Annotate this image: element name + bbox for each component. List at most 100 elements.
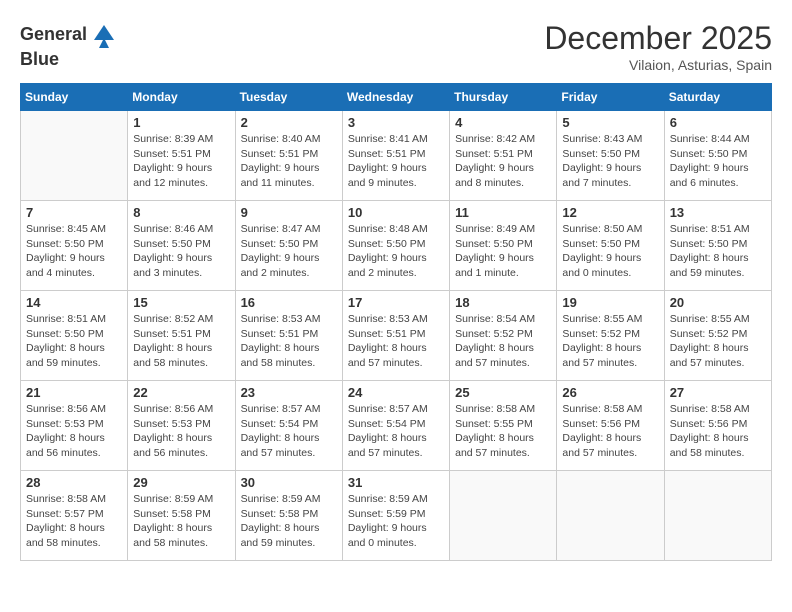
logo-icon — [89, 20, 119, 50]
weekday-tuesday: Tuesday — [235, 84, 342, 111]
day-info: Sunrise: 8:44 AMSunset: 5:50 PMDaylight:… — [670, 132, 766, 191]
day-info: Sunrise: 8:39 AMSunset: 5:51 PMDaylight:… — [133, 132, 229, 191]
calendar-cell: 9Sunrise: 8:47 AMSunset: 5:50 PMDaylight… — [235, 201, 342, 291]
day-number: 6 — [670, 115, 766, 130]
day-number: 17 — [348, 295, 444, 310]
calendar-cell — [450, 471, 557, 561]
day-info: Sunrise: 8:53 AMSunset: 5:51 PMDaylight:… — [348, 312, 444, 371]
day-number: 13 — [670, 205, 766, 220]
weekday-header-row: SundayMondayTuesdayWednesdayThursdayFrid… — [21, 84, 772, 111]
calendar-cell: 12 Sunrise: 8:50 AMSunset: 5:50 PMDayligh… — [557, 201, 664, 291]
calendar-cell — [21, 111, 128, 201]
month-title: December 2025 — [544, 20, 772, 57]
calendar-cell: 7Sunrise: 8:45 AMSunset: 5:50 PMDaylight… — [21, 201, 128, 291]
day-info: Sunrise: 8:50 AMSunset: 5:50 PMDaylight:… — [562, 222, 658, 281]
day-info: Sunrise: 8:42 AMSunset: 5:51 PMDaylight:… — [455, 132, 551, 191]
day-number: 10 — [348, 205, 444, 220]
day-info: Sunrise: 8:53 AMSunset: 5:51 PMDaylight:… — [241, 312, 337, 371]
day-number: 27 — [670, 385, 766, 400]
calendar-week-1: 1 Sunrise: 8:39 AMSunset: 5:51 PMDaylight… — [21, 111, 772, 201]
day-number: 26 — [562, 385, 658, 400]
calendar-cell: 5 Sunrise: 8:43 AMSunset: 5:50 PMDaylight… — [557, 111, 664, 201]
day-info: Sunrise: 8:59 AMSunset: 5:58 PMDaylight:… — [241, 492, 337, 551]
day-info: Sunrise: 8:56 AMSunset: 5:53 PMDaylight:… — [26, 402, 122, 461]
day-number: 1 — [133, 115, 229, 130]
calendar-week-5: 28 Sunrise: 8:58 AMSunset: 5:57 PMDayligh… — [21, 471, 772, 561]
day-number: 15 — [133, 295, 229, 310]
day-info: Sunrise: 8:58 AMSunset: 5:56 PMDaylight:… — [562, 402, 658, 461]
calendar-cell: 19Sunrise: 8:55 AMSunset: 5:52 PMDayligh… — [557, 291, 664, 381]
day-number: 16 — [241, 295, 337, 310]
weekday-saturday: Saturday — [664, 84, 771, 111]
weekday-friday: Friday — [557, 84, 664, 111]
calendar-cell: 20 Sunrise: 8:55 AMSunset: 5:52 PMDayligh… — [664, 291, 771, 381]
day-number: 8 — [133, 205, 229, 220]
calendar-cell: 24Sunrise: 8:57 AMSunset: 5:54 PMDayligh… — [342, 381, 449, 471]
day-number: 12 — [562, 205, 658, 220]
day-number: 3 — [348, 115, 444, 130]
calendar-cell: 26 Sunrise: 8:58 AMSunset: 5:56 PMDayligh… — [557, 381, 664, 471]
calendar-cell: 29Sunrise: 8:59 AMSunset: 5:58 PMDayligh… — [128, 471, 235, 561]
day-number: 28 — [26, 475, 122, 490]
day-info: Sunrise: 8:41 AMSunset: 5:51 PMDaylight:… — [348, 132, 444, 191]
calendar-cell: 16 Sunrise: 8:53 AMSunset: 5:51 PMDayligh… — [235, 291, 342, 381]
day-number: 31 — [348, 475, 444, 490]
day-info: Sunrise: 8:48 AMSunset: 5:50 PMDaylight:… — [348, 222, 444, 281]
calendar-cell: 27 Sunrise: 8:58 AMSunset: 5:56 PMDayligh… — [664, 381, 771, 471]
calendar-cell: 8 Sunrise: 8:46 AMSunset: 5:50 PMDaylight… — [128, 201, 235, 291]
day-info: Sunrise: 8:58 AMSunset: 5:56 PMDaylight:… — [670, 402, 766, 461]
calendar-cell: 13 Sunrise: 8:51 AMSunset: 5:50 PMDayligh… — [664, 201, 771, 291]
day-info: Sunrise: 8:59 AMSunset: 5:59 PMDaylight:… — [348, 492, 444, 551]
day-info: Sunrise: 8:40 AMSunset: 5:51 PMDaylight:… — [241, 132, 337, 191]
day-number: 22 — [133, 385, 229, 400]
day-info: Sunrise: 8:59 AMSunset: 5:58 PMDaylight:… — [133, 492, 229, 551]
day-info: Sunrise: 8:43 AMSunset: 5:50 PMDaylight:… — [562, 132, 658, 191]
day-number: 5 — [562, 115, 658, 130]
title-block: December 2025 Vilaion, Asturias, Spain — [544, 20, 772, 73]
weekday-thursday: Thursday — [450, 84, 557, 111]
day-info: Sunrise: 8:51 AMSunset: 5:50 PMDaylight:… — [670, 222, 766, 281]
calendar-cell: 17 Sunrise: 8:53 AMSunset: 5:51 PMDayligh… — [342, 291, 449, 381]
day-number: 7 — [26, 205, 122, 220]
day-info: Sunrise: 8:46 AMSunset: 5:50 PMDaylight:… — [133, 222, 229, 281]
day-info: Sunrise: 8:51 AMSunset: 5:50 PMDaylight:… — [26, 312, 122, 371]
calendar-cell: 10 Sunrise: 8:48 AMSunset: 5:50 PMDayligh… — [342, 201, 449, 291]
calendar-cell — [664, 471, 771, 561]
calendar-week-4: 21Sunrise: 8:56 AMSunset: 5:53 PMDayligh… — [21, 381, 772, 471]
calendar-week-2: 7Sunrise: 8:45 AMSunset: 5:50 PMDaylight… — [21, 201, 772, 291]
day-number: 4 — [455, 115, 551, 130]
calendar-cell: 18Sunrise: 8:54 AMSunset: 5:52 PMDayligh… — [450, 291, 557, 381]
day-info: Sunrise: 8:58 AMSunset: 5:57 PMDaylight:… — [26, 492, 122, 551]
calendar-cell: 23 Sunrise: 8:57 AMSunset: 5:54 PMDayligh… — [235, 381, 342, 471]
calendar-cell: 2 Sunrise: 8:40 AMSunset: 5:51 PMDaylight… — [235, 111, 342, 201]
day-info: Sunrise: 8:47 AMSunset: 5:50 PMDaylight:… — [241, 222, 337, 281]
day-info: Sunrise: 8:49 AMSunset: 5:50 PMDaylight:… — [455, 222, 551, 281]
calendar-cell: 3 Sunrise: 8:41 AMSunset: 5:51 PMDaylight… — [342, 111, 449, 201]
day-info: Sunrise: 8:55 AMSunset: 5:52 PMDaylight:… — [562, 312, 658, 371]
weekday-wednesday: Wednesday — [342, 84, 449, 111]
calendar-cell: 28 Sunrise: 8:58 AMSunset: 5:57 PMDayligh… — [21, 471, 128, 561]
day-number: 2 — [241, 115, 337, 130]
logo: General Blue — [20, 20, 119, 70]
weekday-monday: Monday — [128, 84, 235, 111]
calendar-cell: 21Sunrise: 8:56 AMSunset: 5:53 PMDayligh… — [21, 381, 128, 471]
day-number: 14 — [26, 295, 122, 310]
day-info: Sunrise: 8:57 AMSunset: 5:54 PMDaylight:… — [241, 402, 337, 461]
page-header: General Blue December 2025 Vilaion, Astu… — [20, 20, 772, 73]
day-info: Sunrise: 8:57 AMSunset: 5:54 PMDaylight:… — [348, 402, 444, 461]
day-number: 23 — [241, 385, 337, 400]
day-number: 20 — [670, 295, 766, 310]
day-info: Sunrise: 8:56 AMSunset: 5:53 PMDaylight:… — [133, 402, 229, 461]
day-number: 18 — [455, 295, 551, 310]
calendar-cell: 14 Sunrise: 8:51 AMSunset: 5:50 PMDayligh… — [21, 291, 128, 381]
calendar-cell: 22 Sunrise: 8:56 AMSunset: 5:53 PMDayligh… — [128, 381, 235, 471]
day-info: Sunrise: 8:55 AMSunset: 5:52 PMDaylight:… — [670, 312, 766, 371]
calendar-week-3: 14 Sunrise: 8:51 AMSunset: 5:50 PMDayligh… — [21, 291, 772, 381]
calendar-table: SundayMondayTuesdayWednesdayThursdayFrid… — [20, 83, 772, 561]
calendar-cell: 31 Sunrise: 8:59 AMSunset: 5:59 PMDayligh… — [342, 471, 449, 561]
calendar-cell — [557, 471, 664, 561]
day-info: Sunrise: 8:52 AMSunset: 5:51 PMDaylight:… — [133, 312, 229, 371]
calendar-cell: 30Sunrise: 8:59 AMSunset: 5:58 PMDayligh… — [235, 471, 342, 561]
calendar-cell: 4 Sunrise: 8:42 AMSunset: 5:51 PMDaylight… — [450, 111, 557, 201]
calendar-cell: 15 Sunrise: 8:52 AMSunset: 5:51 PMDayligh… — [128, 291, 235, 381]
